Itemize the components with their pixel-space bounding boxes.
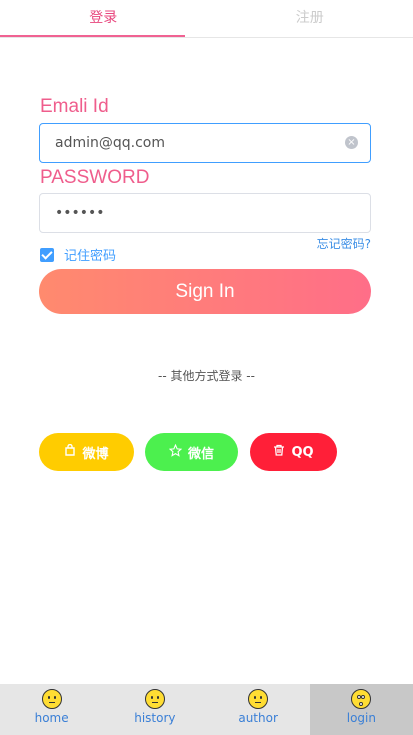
trash-icon <box>273 444 285 460</box>
nav-item-author[interactable]: author <box>207 684 310 735</box>
smiley-icon <box>144 689 165 709</box>
nav-label: history <box>134 711 176 725</box>
smiley-icon <box>248 689 269 709</box>
email-field-wrapper: × <box>39 123 371 163</box>
qq-login-button[interactable]: QQ <box>250 433 337 471</box>
nav-label: home <box>34 711 69 725</box>
tab-bar: 登录 注册 <box>0 0 413 38</box>
qq-label: QQ <box>291 444 314 460</box>
smiley-icon <box>41 689 62 709</box>
other-login-divider: -- 其他方式登录 -- <box>158 369 255 383</box>
tab-login[interactable]: 登录 <box>0 0 207 37</box>
password-field[interactable] <box>55 194 345 232</box>
nav-item-history[interactable]: history <box>103 684 206 735</box>
password-label: PASSWORD <box>40 167 150 188</box>
nav-label: author <box>238 711 278 725</box>
surprised-face-icon <box>351 689 372 709</box>
remember-password-toggle[interactable]: 记住密码 <box>40 245 116 264</box>
bottom-nav: home history author login <box>0 684 413 735</box>
password-field-wrapper <box>39 193 371 233</box>
nav-item-home[interactable]: home <box>0 684 103 735</box>
weibo-login-button[interactable]: 微博 <box>39 433 134 471</box>
wechat-login-button[interactable]: 微信 <box>145 433 238 471</box>
remember-label: 记住密码 <box>64 249 117 264</box>
sign-in-button[interactable]: Sign In <box>39 269 371 314</box>
forgot-password-link[interactable]: 忘记密码? <box>317 235 371 252</box>
tab-register[interactable]: 注册 <box>207 0 413 37</box>
email-label: Emali Id <box>40 96 109 117</box>
weibo-label: 微博 <box>82 446 109 462</box>
nav-label: login <box>346 711 376 725</box>
clear-icon[interactable]: × <box>345 136 358 149</box>
email-field[interactable] <box>55 124 345 162</box>
active-tab-indicator <box>0 35 185 37</box>
checkbox-checked-icon[interactable] <box>40 247 54 262</box>
nav-item-login[interactable]: login <box>309 684 413 735</box>
bag-icon <box>64 443 76 460</box>
wechat-label: 微信 <box>187 446 214 462</box>
login-page: 登录 注册 Emali Id × PASSWORD 忘记密码? 记住密码 Sig… <box>0 0 413 735</box>
star-icon <box>168 443 183 461</box>
